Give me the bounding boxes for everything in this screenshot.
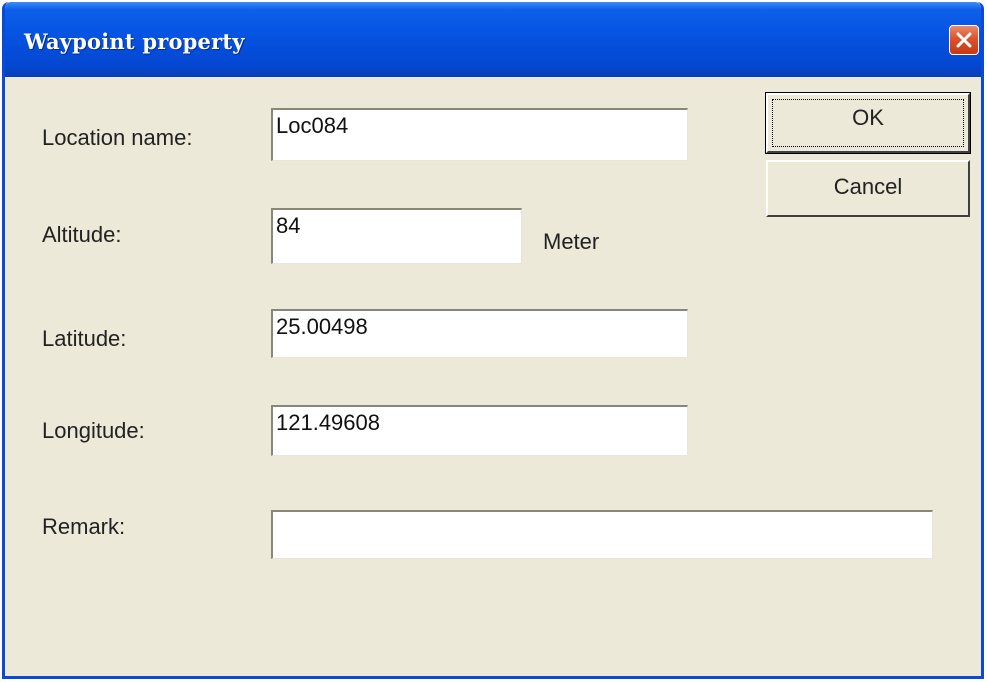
- ok-button[interactable]: OK: [765, 92, 971, 154]
- cancel-button-label: Cancel: [833, 174, 903, 199]
- title-bar[interactable]: Waypoint property: [5, 2, 981, 77]
- latitude-field[interactable]: 25.00498: [271, 309, 688, 358]
- ok-button-label: OK: [852, 105, 884, 130]
- altitude-unit: Meter: [543, 229, 600, 254]
- latitude-label: Latitude:: [42, 326, 127, 351]
- altitude-label: Altitude:: [42, 222, 122, 247]
- close-icon: [956, 32, 972, 48]
- remark-label: Remark:: [42, 514, 126, 539]
- remark-field[interactable]: [271, 510, 933, 559]
- longitude-label: Longitude:: [42, 418, 145, 443]
- dialog-window: Waypoint property Location name: Loc084 …: [2, 2, 984, 679]
- cancel-button[interactable]: Cancel: [766, 160, 970, 217]
- dialog-title: Waypoint property: [24, 29, 245, 54]
- location-name-field[interactable]: Loc084: [271, 108, 688, 161]
- location-name-label: Location name:: [42, 125, 193, 150]
- close-button[interactable]: [949, 25, 979, 55]
- longitude-field[interactable]: 121.49608: [271, 405, 688, 456]
- altitude-field[interactable]: 84: [271, 208, 522, 264]
